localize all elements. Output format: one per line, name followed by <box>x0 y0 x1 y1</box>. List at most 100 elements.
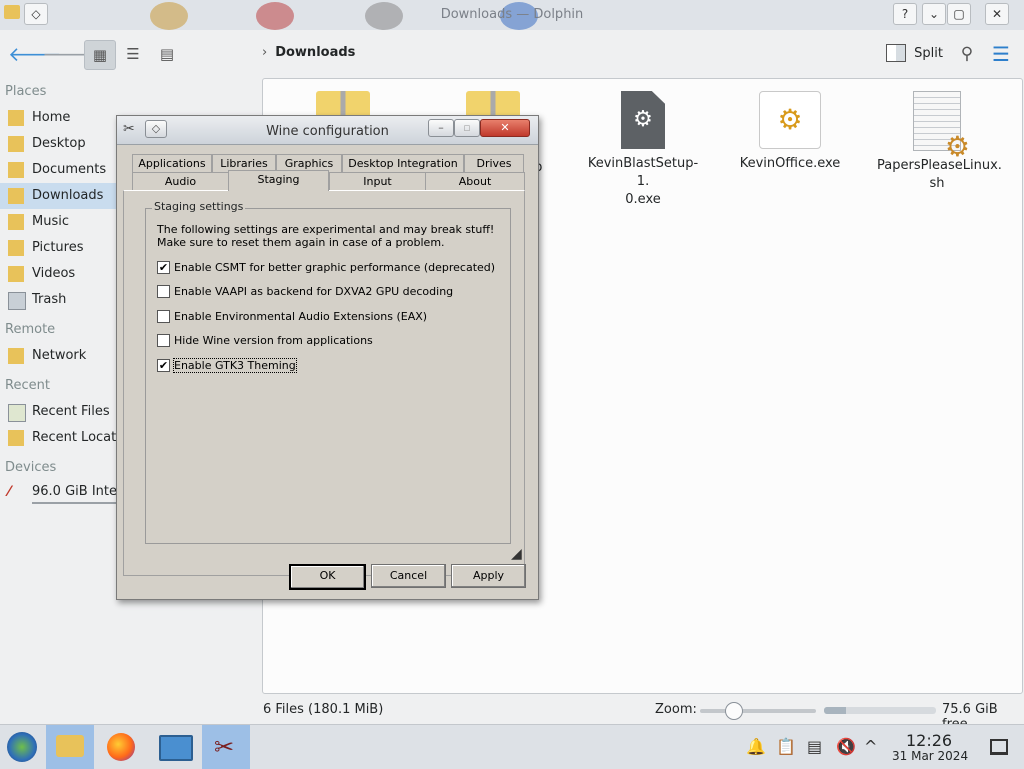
dialog-minimize-button[interactable]: – <box>428 119 454 137</box>
checkbox-hide-version[interactable] <box>157 334 170 347</box>
file-name-line1: KevinBlastSetup-1. <box>587 156 699 189</box>
wine-config-icon: ✂ <box>214 733 235 761</box>
intro-text-line1: The following settings are experimental … <box>157 223 495 236</box>
executable-gear-icon: ⚙ <box>621 91 665 149</box>
help-button[interactable]: ? <box>893 3 917 25</box>
ok-button[interactable]: OK <box>289 564 366 590</box>
drive-icon: ⁄ <box>8 484 11 500</box>
search-icon[interactable]: ⚲ <box>952 40 982 68</box>
checkbox-eax[interactable] <box>157 310 170 323</box>
start-orb-icon <box>7 732 37 762</box>
close-button[interactable]: ✕ <box>985 3 1009 25</box>
tab-desktop-integration[interactable]: Desktop Integration <box>342 154 464 173</box>
show-desktop-icon[interactable] <box>990 739 1008 755</box>
folder-icon <box>56 735 84 757</box>
back-arrow-icon[interactable]: 🡐 <box>8 40 62 68</box>
option-vaapi[interactable]: Enable VAAPI as backend for DXVA2 GPU de… <box>157 285 487 299</box>
task-dolphin[interactable] <box>46 725 94 769</box>
minimize-button[interactable]: ⌄ <box>922 3 946 25</box>
option-csmt[interactable]: ✔ Enable CSMT for better graphic perform… <box>157 261 495 275</box>
checkbox-csmt[interactable]: ✔ <box>157 261 170 274</box>
resize-grip-icon[interactable]: ◢ <box>511 546 522 562</box>
gear-icon: ⚙ <box>944 130 970 163</box>
sidebar-item-music[interactable]: Music <box>0 209 122 235</box>
volume-muted-icon[interactable]: 🔇 <box>836 737 856 756</box>
documents-folder-icon <box>8 162 24 178</box>
section-remote: Remote <box>5 322 56 337</box>
icons-view-icon[interactable]: ▦ <box>84 40 116 70</box>
sidebar-item-recent-locations[interactable]: Recent Locatio <box>0 425 128 451</box>
sidebar-item-label: Documents <box>32 162 107 177</box>
split-icon <box>886 44 906 62</box>
window-titlebar[interactable]: ◇ Downloads — Dolphin ? ⌄ ▢ ✕ <box>0 0 1024 31</box>
clock-time[interactable]: 12:26 <box>906 731 952 750</box>
device-notifier-icon[interactable]: ▤ <box>807 737 822 756</box>
tab-input[interactable]: Input <box>329 172 426 191</box>
section-places: Places <box>5 84 47 99</box>
maximize-button[interactable]: ▢ <box>947 3 971 25</box>
status-summary: 6 Files (180.1 MiB) <box>263 702 384 717</box>
sidebar-item-downloads[interactable]: Downloads <box>0 183 122 209</box>
wine-config-dialog[interactable]: ✂ ◇ Wine configuration – ▫ ✕ Application… <box>116 115 539 600</box>
tab-applications[interactable]: Applications <box>132 154 212 173</box>
firefox-icon <box>107 733 135 761</box>
sidebar-item-label: Pictures <box>32 240 84 255</box>
sidebar-item-pictures[interactable]: Pictures <box>0 235 122 261</box>
sidebar-item-desktop[interactable]: Desktop <box>0 131 122 157</box>
split-button[interactable]: Split <box>886 44 943 64</box>
clock-date[interactable]: 31 Mar 2024 <box>892 749 968 763</box>
dialog-close-button[interactable]: ✕ <box>480 119 530 137</box>
option-hide-version[interactable]: Hide Wine version from applications <box>157 334 487 348</box>
sidebar-item-videos[interactable]: Videos <box>0 261 122 287</box>
option-gtk3[interactable]: ✔ Enable GTK3 Theming <box>157 358 487 373</box>
chevron-up-icon[interactable]: ^ <box>864 737 877 756</box>
downloads-folder-icon <box>8 188 24 204</box>
section-recent: Recent <box>5 378 50 393</box>
dialog-maximize-button[interactable]: ▫ <box>454 119 480 137</box>
sidebar-item-trash[interactable]: Trash <box>0 287 122 313</box>
sidebar-item-label: Desktop <box>32 136 86 151</box>
menu-icon[interactable]: ☰ <box>986 40 1016 68</box>
checkbox-gtk3[interactable]: ✔ <box>157 359 170 372</box>
compact-view-icon[interactable]: ☰ <box>118 40 148 68</box>
sidebar-item-documents[interactable]: Documents <box>0 157 122 183</box>
checkbox-vaapi[interactable] <box>157 285 170 298</box>
file-item-papersplease[interactable]: ⚙ PapersPleaseLinux. sh <box>877 91 1002 193</box>
system-settings-icon <box>159 735 193 761</box>
dialog-titlebar[interactable]: ✂ ◇ Wine configuration – ▫ ✕ <box>117 116 538 145</box>
sidebar-item-label: Home <box>32 110 71 125</box>
sidebar-item-home[interactable]: Home <box>0 105 122 131</box>
notifications-icon[interactable]: 🔔 <box>746 737 766 756</box>
tab-staging[interactable]: Staging <box>228 170 329 191</box>
toolbar: 🡐 🡒 ▦ ☰ ▤ › Downloads Split ⚲ ☰ <box>0 30 1024 78</box>
zoom-slider[interactable] <box>700 702 816 720</box>
zoom-slider-handle[interactable] <box>725 702 743 720</box>
tab-audio[interactable]: Audio <box>132 172 229 191</box>
window-title: Downloads — Dolphin <box>440 7 584 22</box>
breadcrumb[interactable]: › Downloads <box>262 45 355 60</box>
videos-folder-icon <box>8 266 24 282</box>
start-menu-button[interactable] <box>0 725 48 769</box>
dialog-body: Applications Libraries Graphics Desktop … <box>123 148 530 590</box>
option-label: Enable Environmental Audio Extensions (E… <box>174 310 428 323</box>
task-wine-config[interactable]: ✂ <box>202 725 250 769</box>
apply-button[interactable]: Apply <box>451 564 526 588</box>
sidebar-item-recent-files[interactable]: Recent Files <box>0 399 122 425</box>
sidebar-item-label: Recent Files <box>32 404 110 419</box>
clipboard-icon[interactable]: 📋 <box>776 737 796 756</box>
tab-drives[interactable]: Drives <box>464 154 524 173</box>
section-devices: Devices <box>5 460 57 475</box>
tab-about[interactable]: About <box>425 172 525 191</box>
cancel-button[interactable]: Cancel <box>371 564 446 588</box>
forward-arrow-icon[interactable]: 🡒 <box>42 40 96 68</box>
details-view-icon[interactable]: ▤ <box>152 40 182 68</box>
file-name-line2: 0.exe <box>625 192 661 207</box>
task-system-settings[interactable] <box>150 725 198 769</box>
file-item-kevinoffice[interactable]: ⚙ KevinOffice.exe <box>730 91 850 173</box>
sidebar-item-drive[interactable]: ⁄ 96.0 GiB Intern <box>0 479 130 505</box>
sidebar-item-network[interactable]: Network <box>0 343 122 369</box>
option-eax[interactable]: Enable Environmental Audio Extensions (E… <box>157 310 487 324</box>
option-label: Enable VAAPI as backend for DXVA2 GPU de… <box>174 285 454 298</box>
task-firefox[interactable] <box>98 725 146 769</box>
file-item-kevinblastsetup[interactable]: ⚙ KevinBlastSetup-1. 0.exe <box>583 91 703 209</box>
